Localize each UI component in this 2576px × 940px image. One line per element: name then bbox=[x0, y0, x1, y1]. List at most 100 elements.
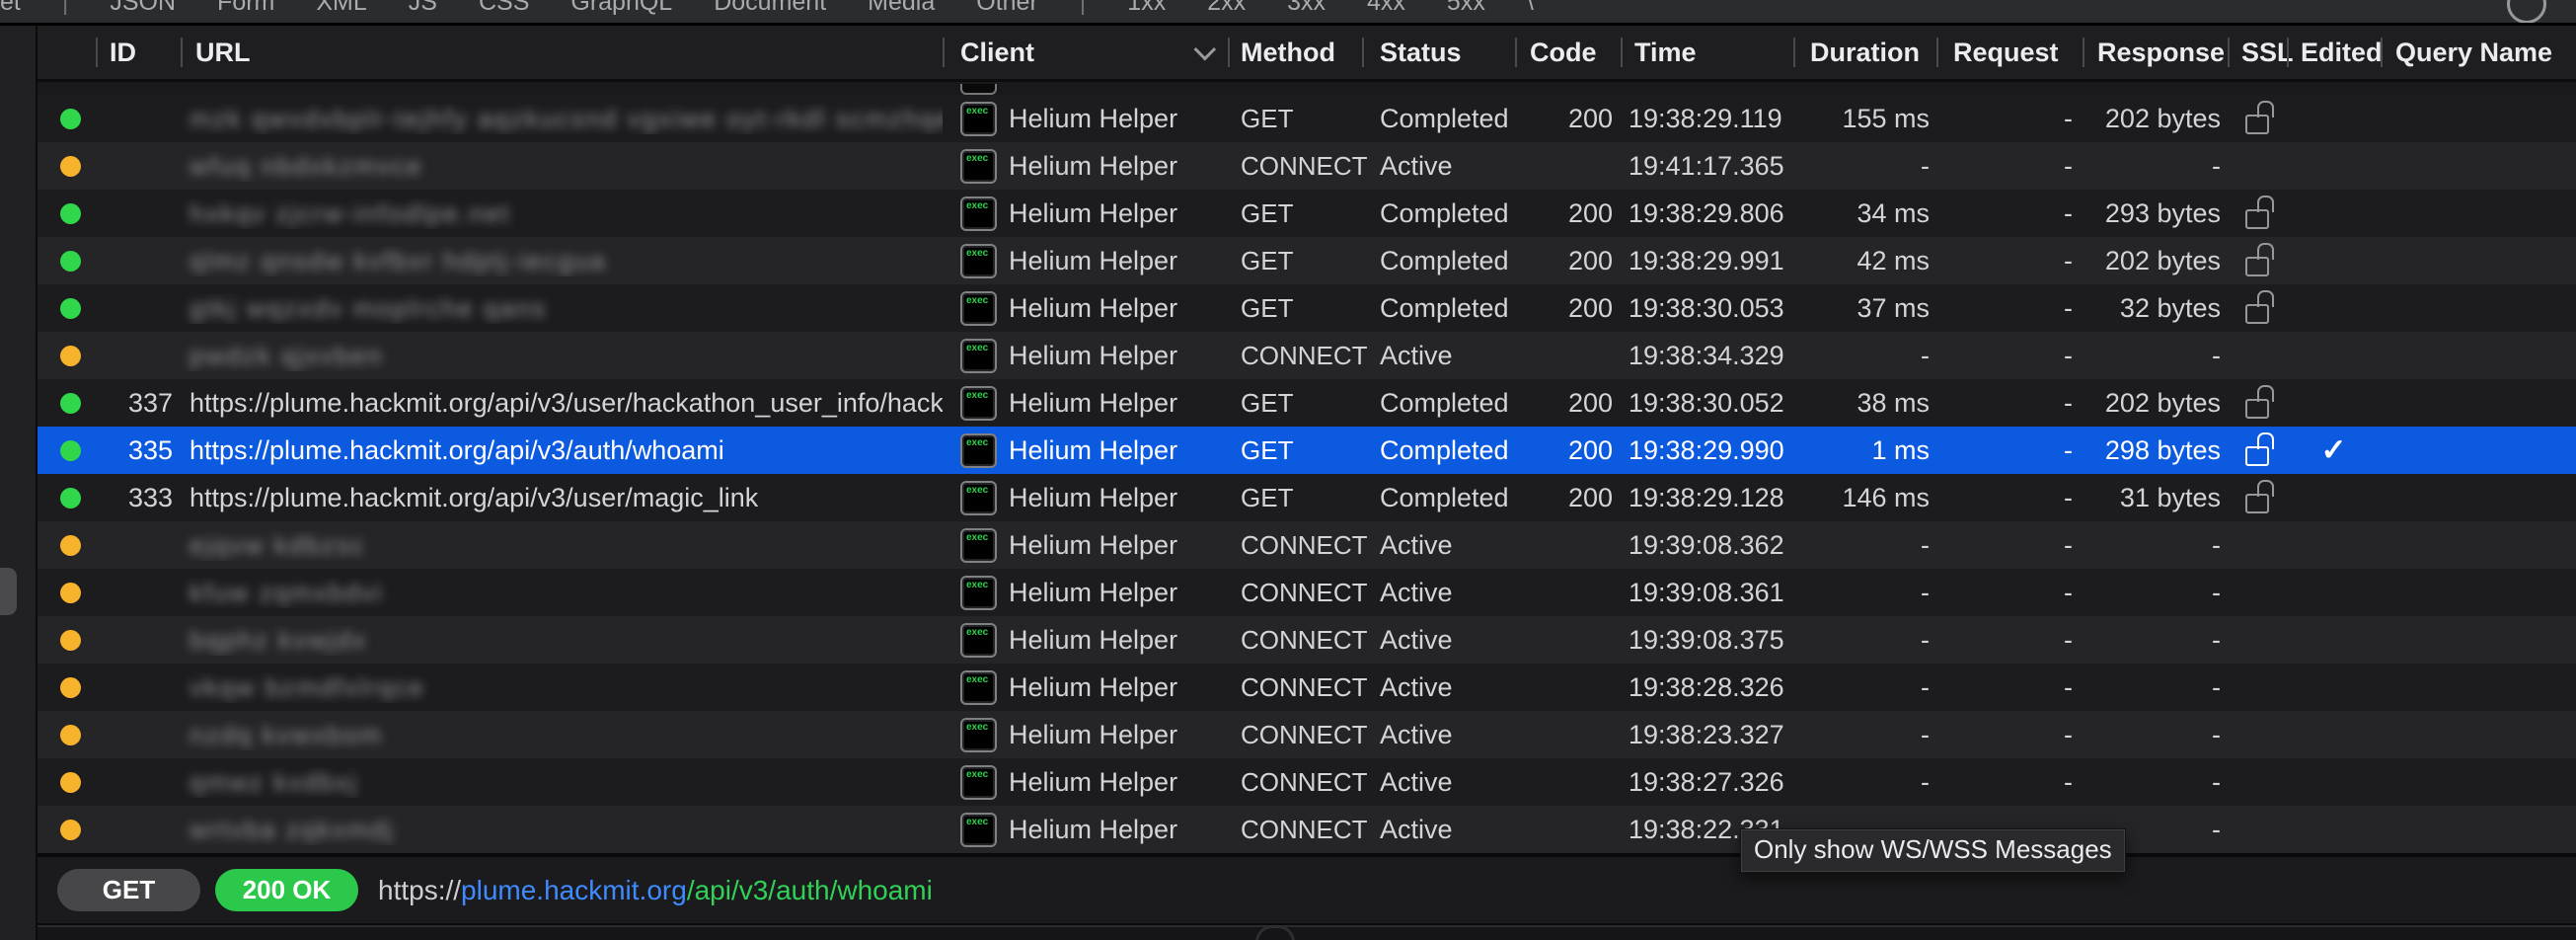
cell-url: bqphz kvwjdx bbox=[181, 625, 943, 656]
column-header-query-name[interactable]: Query Name bbox=[2381, 26, 2576, 79]
client-app-icon: exec bbox=[960, 765, 997, 800]
column-header-ssl[interactable]: SSL bbox=[2228, 26, 2287, 79]
cell-request: - bbox=[1936, 672, 2083, 703]
cell-response: 293 bytes bbox=[2083, 198, 2228, 229]
cell-method: CONNECT bbox=[1228, 341, 1362, 371]
filter-tab-media[interactable]: Media bbox=[868, 0, 935, 17]
cell-method: CONNECT bbox=[1228, 767, 1362, 798]
request-row[interactable]: hxkqv zjcrw-infodlpe.netexecHelium Helpe… bbox=[38, 190, 2576, 237]
request-row[interactable]: vkqw bzmdfxlrqceexecHelium HelperCONNECT… bbox=[38, 664, 2576, 711]
client-icon-exec-text: exec bbox=[966, 486, 988, 496]
request-row-337[interactable]: 337https://plume.hackmit.org/api/v3/user… bbox=[38, 379, 2576, 427]
client-icon-exec-text: exec bbox=[966, 723, 988, 733]
request-row[interactable]: pwdzk qjxvbenexecHelium HelperCONNECTAct… bbox=[38, 332, 2576, 379]
status-dot-cell bbox=[38, 346, 96, 366]
client-icon-exec-text: exec bbox=[966, 818, 988, 827]
client-app-icon: exec bbox=[960, 718, 997, 752]
cell-duration: 37 ms bbox=[1793, 293, 1936, 324]
column-header-time[interactable]: Time bbox=[1621, 26, 1793, 79]
request-row[interactable]: qmwz kvdbxjexecHelium HelperCONNECTActiv… bbox=[38, 758, 2576, 806]
cell-response: - bbox=[2083, 720, 2228, 750]
request-url[interactable]: https://plume.hackmit.org/api/v3/auth/wh… bbox=[378, 875, 933, 906]
status-dot-cell bbox=[38, 535, 96, 556]
filter-tab-other[interactable]: Other bbox=[976, 0, 1038, 17]
status-dot-cell bbox=[38, 488, 96, 509]
column-header-code-label: Code bbox=[1530, 38, 1597, 68]
column-header-code[interactable]: Code bbox=[1515, 26, 1621, 79]
redacted-url-blur: bqphz kvwjdx bbox=[189, 625, 367, 655]
cell-method: CONNECT bbox=[1228, 151, 1362, 182]
column-header-id[interactable]: ID bbox=[96, 26, 181, 79]
request-row[interactable]: ejqvw kdbzscexecHelium HelperCONNECTActi… bbox=[38, 521, 2576, 569]
sidebar-drag-handle[interactable] bbox=[0, 568, 17, 615]
cell-request: - bbox=[1936, 198, 2083, 229]
filter-tab-5xx[interactable]: 5xx bbox=[1447, 0, 1485, 17]
cell-id: 337 bbox=[96, 388, 181, 419]
cell-status: Active bbox=[1362, 672, 1515, 703]
request-row-333[interactable]: 333https://plume.hackmit.org/api/v3/user… bbox=[38, 474, 2576, 521]
column-header-edited[interactable]: Edited bbox=[2287, 26, 2381, 79]
orange-status-dot bbox=[60, 772, 81, 793]
cell-request: - bbox=[1936, 104, 2083, 134]
cell-status: Completed bbox=[1362, 435, 1515, 466]
filter-tab-js[interactable]: JS bbox=[409, 0, 437, 17]
cell-ssl bbox=[2228, 292, 2287, 324]
filter-tab-3xx[interactable]: 3xx bbox=[1287, 0, 1326, 17]
request-row[interactable]: mzk qwvdxbplr-tejhfy aqzkucsnd vgxiwe oy… bbox=[38, 95, 2576, 142]
cell-client: execHelium Helper bbox=[943, 765, 1228, 800]
cell-time: 19:38:29.119 bbox=[1621, 104, 1793, 134]
filter-tab-1xx[interactable]: 1xx bbox=[1127, 0, 1166, 17]
client-icon-exec-text: exec bbox=[966, 391, 988, 401]
client-app-icon bbox=[960, 84, 997, 95]
record-button-icon[interactable] bbox=[2507, 0, 2546, 24]
request-row[interactable]: qlmz qnsdw kvfbxr hdptj-iecguaexecHelium… bbox=[38, 237, 2576, 284]
column-header-time-label: Time bbox=[1634, 38, 1697, 68]
cell-response: - bbox=[2083, 625, 2228, 656]
cell-duration: 1 ms bbox=[1793, 435, 1936, 466]
panel-resize-handle[interactable] bbox=[1255, 925, 1295, 940]
filter-tab-[interactable]: \ bbox=[1527, 0, 1534, 17]
status-dot-cell bbox=[38, 393, 96, 414]
chevron-down-icon[interactable] bbox=[1194, 39, 1217, 61]
column-header-client[interactable]: Client bbox=[943, 26, 1228, 79]
cell-id: 333 bbox=[96, 483, 181, 513]
cell-client: execHelium Helper bbox=[943, 291, 1228, 326]
cell-url: https://plume.hackmit.org/api/v3/user/ha… bbox=[181, 388, 943, 419]
filter-tab-document[interactable]: Document bbox=[714, 0, 826, 17]
request-row[interactable]: wfuq nbdxkzmvceexecHelium HelperCONNECTA… bbox=[38, 142, 2576, 190]
request-row[interactable]: bqphz kvwjdxexecHelium HelperCONNECTActi… bbox=[38, 616, 2576, 664]
filter-tab-xml[interactable]: XML bbox=[316, 0, 366, 17]
column-header-request[interactable]: Request bbox=[1936, 26, 2083, 79]
client-name: Helium Helper bbox=[1009, 578, 1177, 608]
client-name: Helium Helper bbox=[1009, 815, 1177, 845]
cell-request: - bbox=[1936, 388, 2083, 419]
request-row[interactable]: kfuw zqmxbdviexecHelium HelperCONNECTAct… bbox=[38, 569, 2576, 616]
orange-status-dot bbox=[60, 535, 81, 556]
filter-tab-graphql[interactable]: GraphQL bbox=[570, 0, 672, 17]
column-header-response[interactable]: Response bbox=[2083, 26, 2228, 79]
request-row[interactable]: wrtvba zqkxmdjexecHelium HelperCONNECTAc… bbox=[38, 806, 2576, 853]
column-header-duration[interactable]: Duration bbox=[1793, 26, 1936, 79]
orange-status-dot bbox=[60, 156, 81, 177]
filter-tab-css[interactable]: CSS bbox=[479, 0, 529, 17]
request-row[interactable]: gtkj wqzxdv moplrche qansexecHelium Help… bbox=[38, 284, 2576, 332]
filter-tab-4xx[interactable]: 4xx bbox=[1367, 0, 1405, 17]
client-app-icon: exec bbox=[960, 670, 997, 705]
filter-tab-json[interactable]: JSON bbox=[110, 0, 176, 17]
client-name: Helium Helper bbox=[1009, 104, 1177, 134]
status-dot-cell bbox=[38, 156, 96, 177]
filter-tab-2xx[interactable]: 2xx bbox=[1207, 0, 1246, 17]
status-dot-cell bbox=[38, 440, 96, 461]
column-header-status[interactable]: Status bbox=[1362, 26, 1515, 79]
request-row[interactable]: nzdq kvwxbomexecHelium HelperCONNECTActi… bbox=[38, 711, 2576, 758]
column-header-url[interactable]: URL bbox=[181, 26, 943, 79]
filter-tab-et[interactable]: et bbox=[0, 0, 21, 17]
filter-tab-form[interactable]: Form bbox=[217, 0, 274, 17]
client-icon-exec-text: exec bbox=[966, 107, 988, 117]
request-row-335[interactable]: 335https://plume.hackmit.org/api/v3/auth… bbox=[38, 427, 2576, 474]
client-name: Helium Helper bbox=[1009, 388, 1177, 419]
orange-status-dot bbox=[60, 820, 81, 840]
status-pill: 200 OK bbox=[215, 869, 358, 911]
column-header-method[interactable]: Method bbox=[1228, 26, 1362, 79]
client-app-icon: exec bbox=[960, 481, 997, 515]
